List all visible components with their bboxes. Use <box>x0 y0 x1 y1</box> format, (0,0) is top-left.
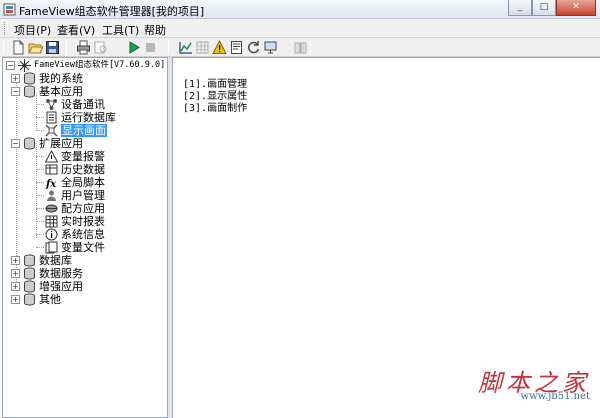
database-icon <box>24 293 35 306</box>
watermark-url: www.jb51.net <box>520 391 590 402</box>
tree-item-ext-app[interactable]: 扩展应用 <box>39 137 83 150</box>
tree-item-data-service[interactable]: 数据服务 <box>39 267 83 280</box>
tree-expander-enhanced-app[interactable]: + <box>11 282 20 291</box>
tree-item-my-system[interactable]: 我的系统 <box>39 72 83 85</box>
minimize-button[interactable]: _ <box>508 0 532 16</box>
grid-icon[interactable] <box>195 40 210 55</box>
database-icon <box>24 254 35 267</box>
warning-icon[interactable] <box>212 40 227 55</box>
var-file-icon <box>45 241 58 254</box>
refresh-icon[interactable] <box>246 40 261 55</box>
content-line-1: [1].画面管理 <box>183 79 248 90</box>
tree-item-runtime-db[interactable]: 运行数据库 <box>61 111 116 124</box>
script-fx-icon: fx <box>45 179 57 189</box>
tree-item-display-screen[interactable]: 显示画面 <box>61 124 107 137</box>
toolbar-grip <box>3 41 4 54</box>
device-comm-icon <box>46 99 57 110</box>
tree-root[interactable]: FameView组态软件[V7.60.9.0] <box>34 59 165 72</box>
tree-item-realtime-report[interactable]: 实时报表 <box>61 215 105 228</box>
maximize-button[interactable]: □ <box>532 0 556 16</box>
network-icon <box>18 59 31 72</box>
runtime-db-icon <box>46 111 57 124</box>
display-screen-icon <box>45 124 58 137</box>
tree-item-database[interactable]: 数据库 <box>39 254 72 267</box>
save-icon[interactable] <box>45 40 60 55</box>
tree-expander-my-system[interactable]: + <box>11 74 20 83</box>
database-icon <box>24 72 35 85</box>
tree-item-recipe[interactable]: 配方应用 <box>61 202 105 215</box>
tree-item-history-data[interactable]: 历史数据 <box>61 163 105 176</box>
menu-bar: 项目(P) 查看(V) 工具(T) 帮助 <box>0 19 600 38</box>
toolbar <box>0 38 600 57</box>
alarm-icon <box>45 150 58 163</box>
computer-icon[interactable] <box>263 40 278 55</box>
tree-expander-database[interactable]: + <box>11 256 20 265</box>
stop-icon[interactable] <box>143 40 158 55</box>
user-icon <box>47 190 56 201</box>
content-line-2: [2].显示属性 <box>183 91 248 102</box>
menu-grip <box>4 22 6 35</box>
menu-help[interactable]: 帮助 <box>144 22 166 38</box>
run-icon[interactable] <box>126 40 141 55</box>
tree-expander-other[interactable]: + <box>11 295 20 304</box>
app-icon <box>3 3 16 16</box>
document-icon[interactable] <box>229 40 244 55</box>
info-icon <box>45 228 58 241</box>
tree-item-var-alarm[interactable]: 变量报警 <box>61 150 105 163</box>
history-data-icon <box>45 164 58 175</box>
tree-item-user-mgmt[interactable]: 用户管理 <box>61 189 105 202</box>
print-preview-icon[interactable] <box>93 40 108 55</box>
window-title: FameView组态软件管理器[我的项目] <box>19 5 205 18</box>
menu-view[interactable]: 查看(V) <box>57 22 95 38</box>
tree-expander-data-service[interactable]: + <box>11 269 20 278</box>
menu-tools[interactable]: 工具(T) <box>102 22 139 38</box>
database-icon <box>24 267 35 280</box>
new-file-icon[interactable] <box>11 40 26 55</box>
content-line-3: [3].画面制作 <box>183 103 248 114</box>
tree-item-other[interactable]: 其他 <box>39 293 61 306</box>
tree-item-global-script[interactable]: 全局脚本 <box>61 176 105 189</box>
tree-item-var-file[interactable]: 变量文件 <box>61 241 105 254</box>
tree-item-system-info[interactable]: 系统信息 <box>61 228 105 241</box>
database-icon <box>24 280 35 293</box>
print-icon[interactable] <box>76 40 91 55</box>
tree-expander-ext-app[interactable]: − <box>11 139 20 148</box>
project-tree[interactable]: − FameView组态软件[V7.60.9.0] + 我的系统 − 基本应用 … <box>2 57 168 418</box>
title-bar: FameView组态软件管理器[我的项目] _ □ ✕ <box>0 0 600 19</box>
database-icon <box>24 85 35 98</box>
svg-text:fx: fx <box>45 179 57 189</box>
menu-project[interactable]: 项目(P) <box>14 22 51 38</box>
recipe-icon <box>45 204 58 213</box>
watermark: 脚本之家 www.jb51.net <box>478 363 590 402</box>
close-button[interactable]: ✕ <box>556 0 596 16</box>
tree-expander-root[interactable]: − <box>6 61 15 70</box>
report-icon <box>45 215 58 228</box>
tree-item-enhanced-app[interactable]: 增强应用 <box>39 280 83 293</box>
open-folder-icon[interactable] <box>28 40 43 55</box>
tree-item-device-comm[interactable]: 设备通讯 <box>61 98 105 111</box>
tree-expander-basic-app[interactable]: − <box>11 87 20 96</box>
tree-item-basic-app[interactable]: 基本应用 <box>39 85 83 98</box>
database-icon <box>24 137 35 150</box>
book-icon[interactable] <box>293 40 308 55</box>
chart-icon[interactable] <box>178 40 193 55</box>
